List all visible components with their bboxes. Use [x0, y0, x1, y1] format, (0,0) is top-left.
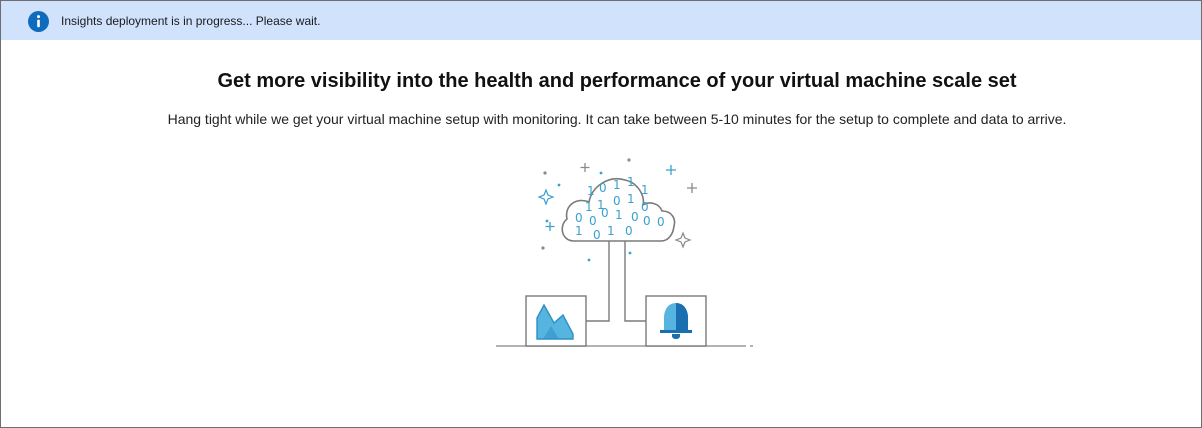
svg-text:0: 0 — [643, 214, 651, 228]
svg-text:1: 1 — [615, 208, 623, 222]
svg-text:1: 1 — [575, 224, 583, 238]
page-title: Get more visibility into the health and … — [217, 70, 1017, 92]
svg-text:1: 1 — [607, 224, 615, 238]
svg-text:0: 0 — [631, 210, 639, 224]
info-notification-banner: Insights deployment is in progress... Pl… — [1, 1, 1201, 40]
binary-cloud-icon: 1 0 1 1 1 1 1 0 1 0 0 0 0 1 0 0 0 1 0 1 — [561, 175, 676, 242]
svg-text:0: 0 — [625, 224, 633, 238]
svg-text:1: 1 — [585, 200, 593, 214]
monitoring-illustration: 1 0 1 1 1 1 1 0 1 0 0 0 0 1 0 0 0 1 0 1 — [496, 158, 753, 347]
svg-text:0: 0 — [589, 214, 597, 228]
svg-text:1: 1 — [627, 192, 635, 206]
bell-alert-icon — [645, 295, 707, 347]
svg-text:0: 0 — [601, 206, 609, 220]
svg-text:0: 0 — [613, 194, 621, 208]
svg-text:0: 0 — [641, 200, 649, 214]
svg-text:1: 1 — [587, 184, 595, 198]
page-description: Hang tight while we get your virtual mac… — [167, 111, 1067, 127]
area-chart-icon — [525, 295, 587, 347]
notification-message: Insights deployment is in progress... Pl… — [61, 14, 321, 28]
monitoring-onboarding-panel: Insights deployment is in progress... Pl… — [0, 0, 1202, 428]
svg-text:1: 1 — [613, 178, 621, 192]
info-icon — [28, 11, 49, 32]
svg-text:1: 1 — [641, 183, 649, 197]
svg-text:0: 0 — [575, 211, 583, 225]
svg-text:0: 0 — [593, 228, 601, 242]
svg-text:0: 0 — [599, 181, 607, 195]
svg-text:0: 0 — [657, 215, 665, 229]
svg-text:1: 1 — [627, 175, 635, 189]
